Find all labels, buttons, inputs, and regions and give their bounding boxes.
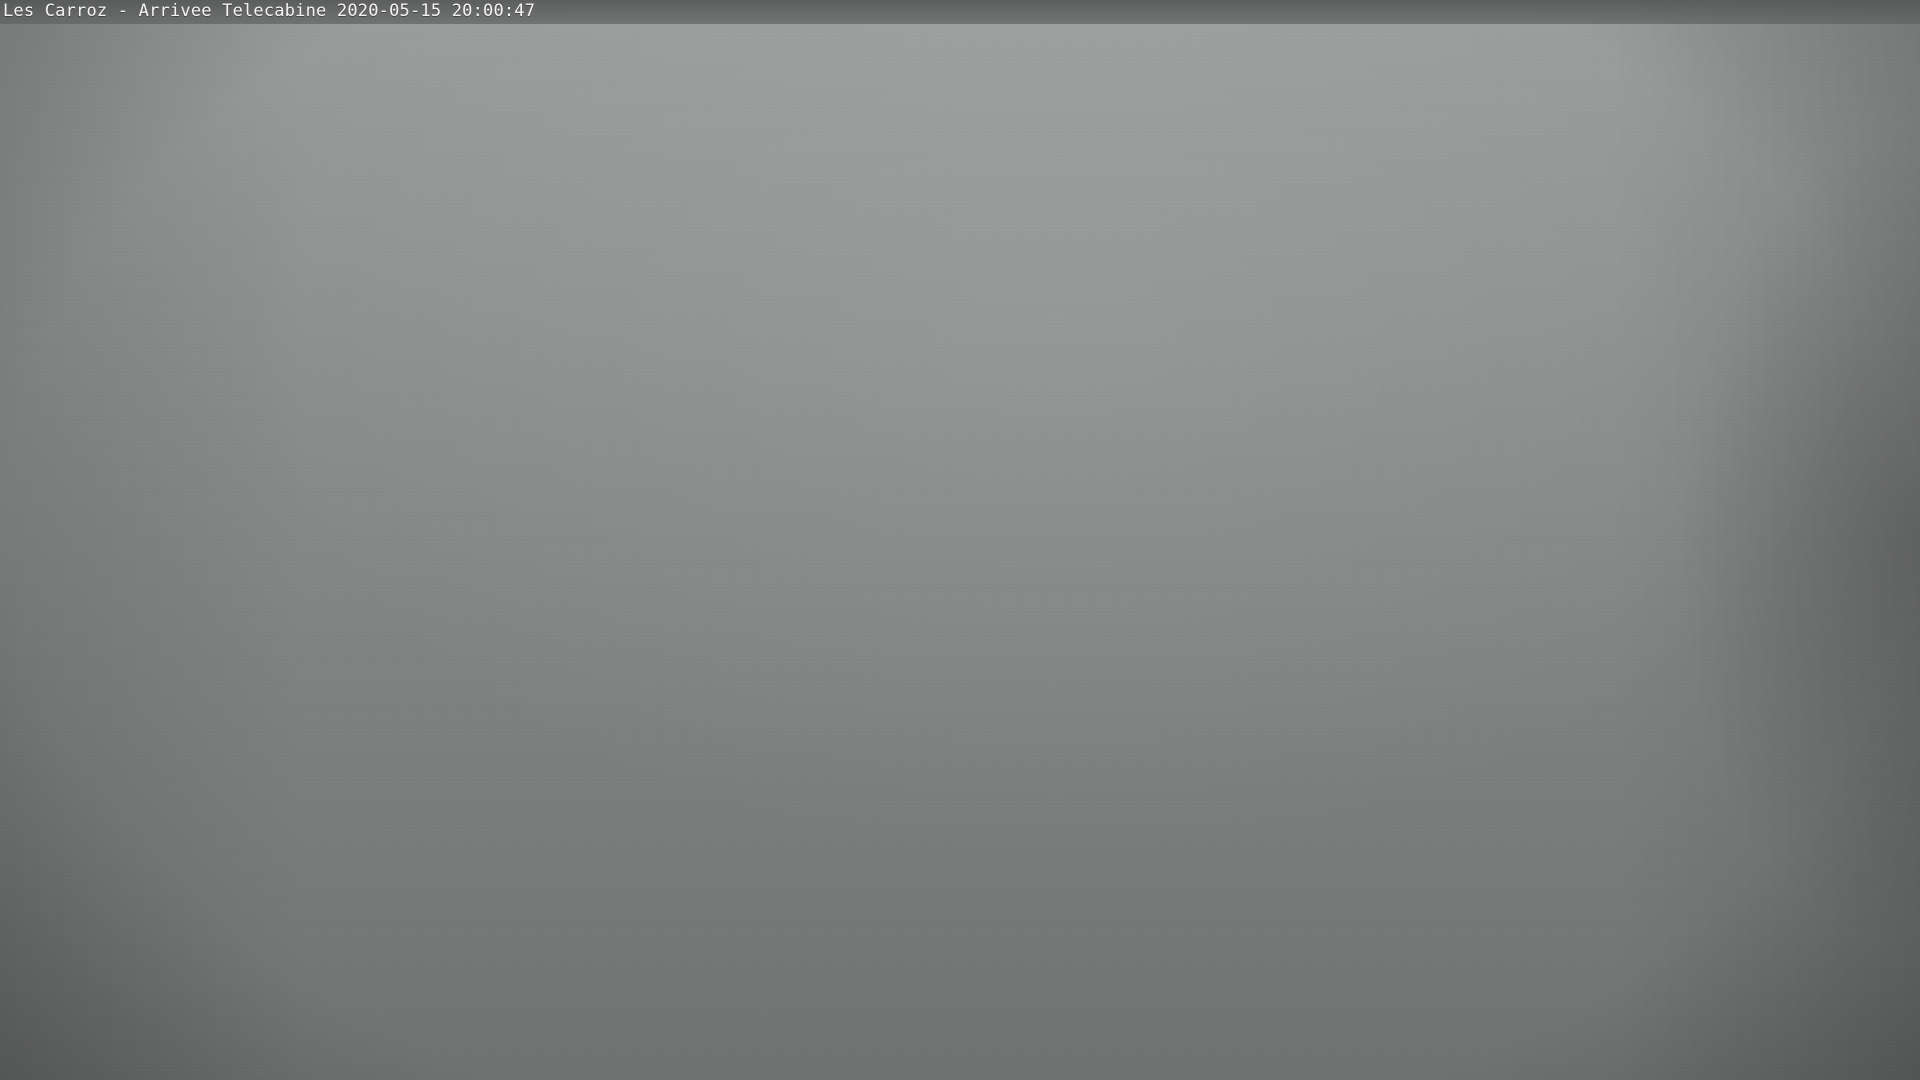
webcam-frame: Les Carroz - Arrivee Telecabine 2020-05-… <box>0 0 1920 1080</box>
timestamp-caption: Les Carroz - Arrivee Telecabine 2020-05-… <box>3 1 536 21</box>
image-noise <box>0 0 1920 1080</box>
